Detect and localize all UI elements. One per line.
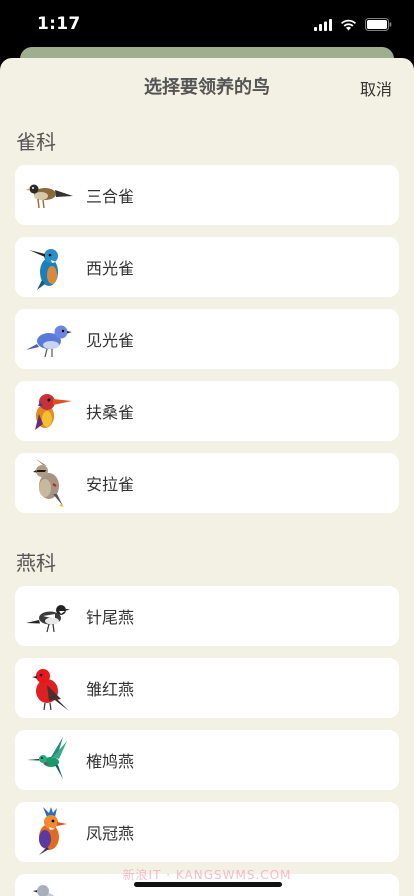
vermilion-flycatcher-bird-icon [25,663,75,713]
bird-name: 西光雀 [86,259,135,278]
hummingbird-icon [25,735,75,785]
dwarf-kingfisher-bird-icon [25,386,75,436]
cancel-button[interactable]: 取消 [360,76,392,100]
bird-name: 三合雀 [86,187,135,206]
status-icons [314,16,392,35]
bird-row[interactable]: 扶桑雀 [15,381,399,441]
bird-row[interactable]: 三合雀 [15,165,399,225]
bird-name: 扶桑雀 [86,403,135,422]
section-header-finch: 雀科 [16,130,56,154]
home-indicator [134,882,282,887]
status-time: 1:17 [37,14,81,34]
watermark: 新浪IT · KANGSWMS.COM [122,868,292,882]
sparrow-bird-icon [25,170,75,220]
bird-row[interactable]: 西光雀 [15,237,399,297]
bird-row[interactable]: 见光雀 [15,309,399,369]
bird-name: 见光雀 [86,331,135,350]
bird-name: 榷鸠燕 [86,752,135,771]
bird-name: 凤冠燕 [86,824,135,843]
sheet-title: 选择要领养的鸟 [144,77,270,98]
section-header-swallow: 燕科 [16,551,56,575]
wagtail-bird-icon [25,591,75,641]
bird-row[interactable]: 榷鸠燕 [15,730,399,790]
sheet-header: 选择要领养的鸟 取消 [0,58,414,116]
bird-name: 针尾燕 [86,608,135,627]
bird-row[interactable]: 凤冠燕 [15,802,399,862]
bird-name: 雏红燕 [86,680,135,699]
bird-name: 安拉雀 [86,475,135,494]
cellular-signal-icon [314,16,332,35]
status-bar: 1:17 [0,0,414,50]
bird-picker-sheet: 选择要领养的鸟 取消 雀科 三合雀 西光雀 见光雀 扶桑雀 安拉雀 燕科 针尾燕… [0,58,414,896]
bluebird-icon [25,314,75,364]
battery-icon [365,16,392,35]
waxwing-bird-icon [25,458,75,508]
kingfisher-bird-icon [25,242,75,292]
wifi-icon [340,16,357,35]
bird-row[interactable]: 针尾燕 [15,586,399,646]
bird-row[interactable]: 安拉雀 [15,453,399,513]
crested-bird-icon [25,807,75,857]
bird-row[interactable]: 雏红燕 [15,658,399,718]
